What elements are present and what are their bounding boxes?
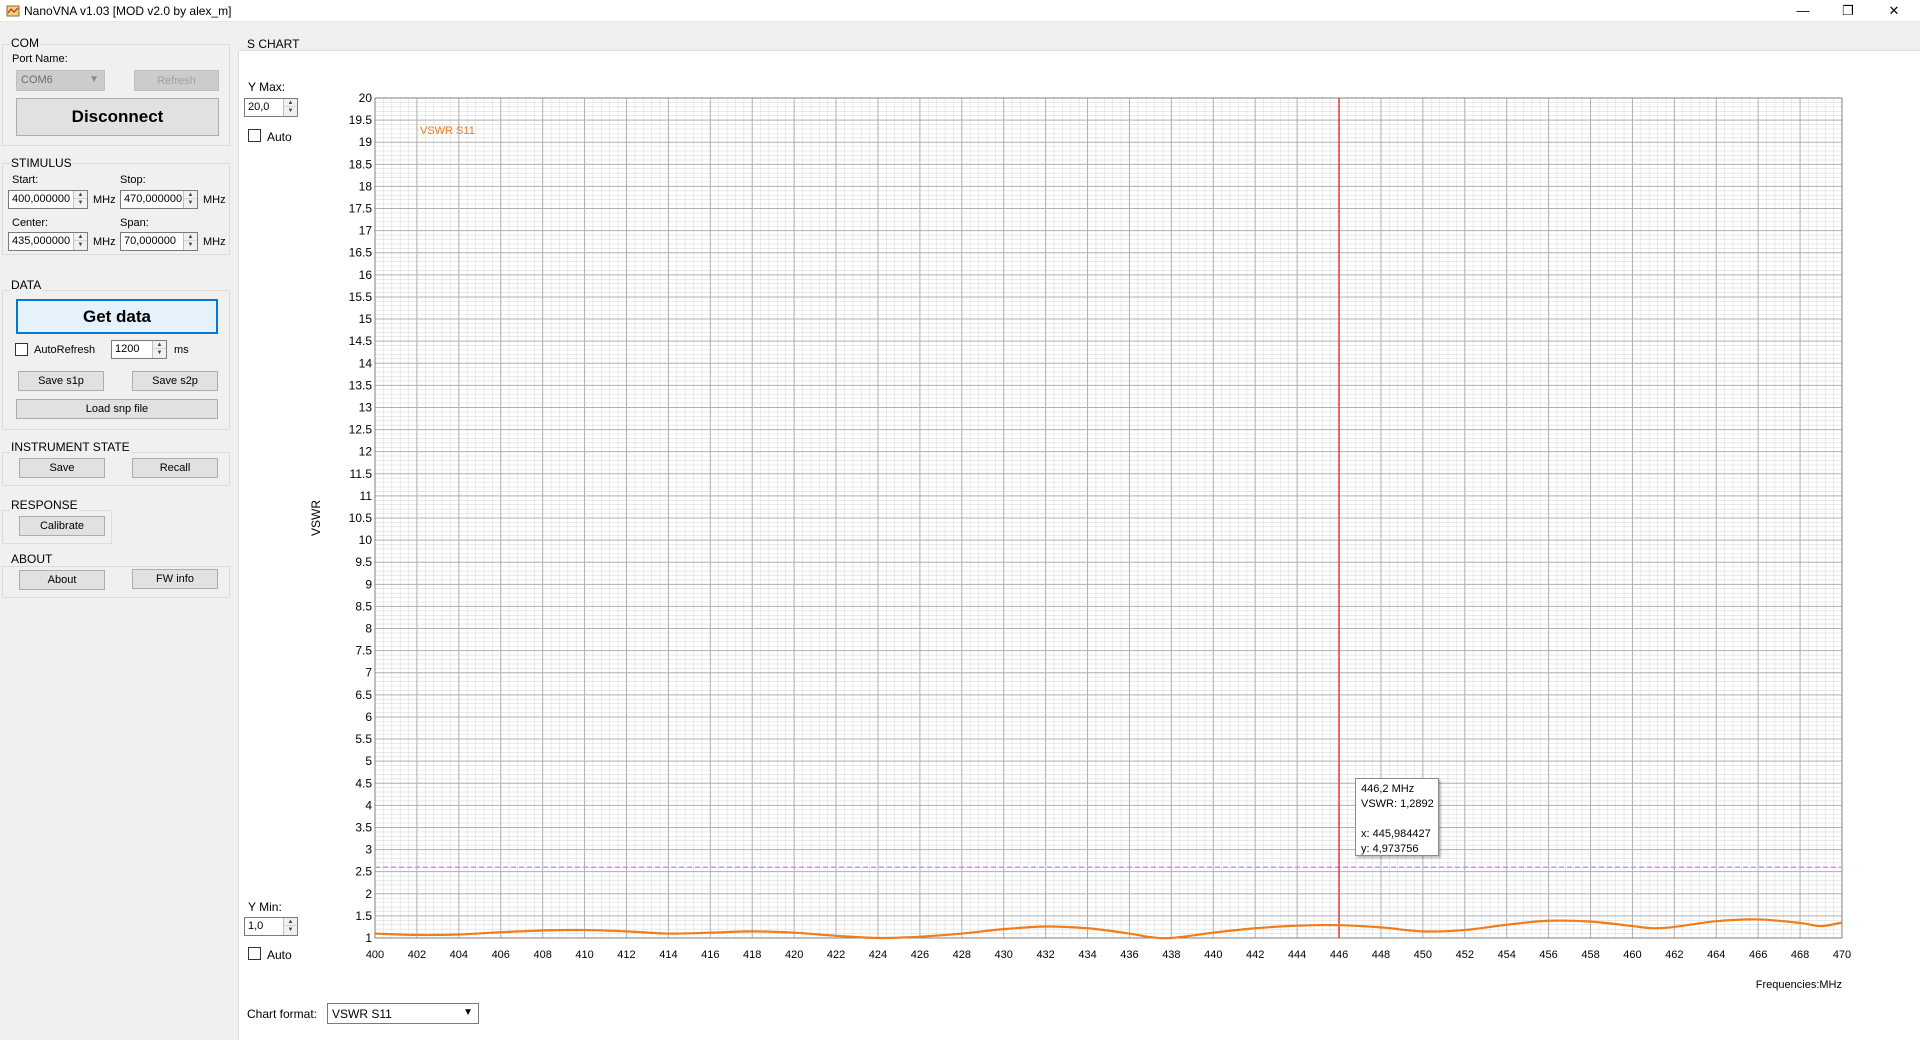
about-button[interactable]: About (19, 570, 105, 590)
port-name-select[interactable]: COM6 ▼ (16, 70, 105, 91)
chart-format-label: Chart format: (247, 1007, 318, 1021)
ymax-value: 20,0 (248, 101, 270, 113)
start-input[interactable]: 400,000000 ▲ ▼ (8, 190, 88, 209)
refresh-button[interactable]: Refresh (134, 70, 219, 91)
stop-value: 470,000000 (124, 193, 183, 205)
center-spinner[interactable]: ▲ ▼ (73, 233, 87, 250)
stimulus-group-label: STIMULUS (10, 156, 73, 170)
center-input[interactable]: 435,000000 ▲ ▼ (8, 232, 88, 251)
chart-format-value: VSWR S11 (332, 1007, 392, 1021)
com-group-label: COM (10, 36, 40, 50)
get-data-button[interactable]: Get data (16, 299, 218, 334)
autorefresh-label: AutoRefresh (34, 344, 96, 356)
window-title: NanoVNA v1.03 [MOD v2.0 by alex_m] (24, 4, 232, 18)
ymax-auto-checkbox[interactable] (248, 129, 261, 142)
s-chart-panel (238, 50, 1920, 1040)
save-s1p-button[interactable]: Save s1p (18, 371, 104, 391)
ymax-input[interactable]: 20,0 ▲ ▼ (244, 98, 298, 117)
ymin-value: 1,0 (248, 920, 264, 932)
span-unit: MHz (203, 236, 226, 248)
span-label: Span: (120, 217, 149, 229)
interval-input[interactable]: 1200 ▲ ▼ (111, 340, 167, 359)
stop-unit: MHz (203, 194, 226, 206)
stop-label: Stop: (120, 174, 146, 186)
ymax-spinner[interactable]: ▲ ▼ (283, 99, 297, 116)
interval-unit: ms (174, 344, 189, 356)
chart-format-select[interactable]: VSWR S11 ▼ (327, 1003, 479, 1024)
response-group-label: RESPONSE (10, 498, 79, 512)
restore-button[interactable]: ❐ (1836, 2, 1860, 20)
save-state-button[interactable]: Save (19, 458, 105, 478)
instrument-state-label: INSTRUMENT STATE (10, 440, 131, 454)
ymin-auto-checkbox[interactable] (248, 947, 261, 960)
ymin-auto-label: Auto (267, 948, 292, 962)
center-label: Center: (12, 217, 49, 229)
about-group-label: ABOUT (10, 552, 54, 566)
tooltip-vswr-label: VSWR: (1361, 798, 1398, 810)
start-value: 400,000000 (12, 193, 71, 205)
chevron-down-icon: ▼ (463, 1007, 473, 1018)
ymin-spinner[interactable]: ▲ ▼ (283, 918, 297, 935)
ymax-label: Y Max: (248, 80, 286, 94)
minimize-button[interactable]: — (1791, 2, 1815, 20)
start-unit: MHz (93, 194, 116, 206)
title-bar: NanoVNA v1.03 [MOD v2.0 by alex_m] — ❐ ✕ (0, 0, 1920, 22)
tooltip-vswr: VSWR: 1,2892 (1361, 797, 1434, 812)
start-label: Start: (12, 174, 39, 186)
tooltip-vswr-value: 1,2892 (1400, 798, 1434, 810)
marker-tooltip: 446,2 MHz VSWR: 1,2892 x: 445,984427 y: … (1355, 778, 1439, 856)
interval-value: 1200 (115, 343, 140, 355)
center-unit: MHz (93, 236, 116, 248)
fw-info-button[interactable]: FW info (132, 569, 218, 589)
ymin-label: Y Min: (248, 900, 282, 914)
ymax-auto-label: Auto (267, 130, 292, 144)
span-input[interactable]: 70,000000 ▲ ▼ (120, 232, 198, 251)
port-name-value: COM6 (21, 74, 53, 86)
stop-input[interactable]: 470,000000 ▲ ▼ (120, 190, 198, 209)
close-button[interactable]: ✕ (1882, 2, 1906, 20)
port-name-label: Port Name: (12, 53, 68, 65)
recall-state-button[interactable]: Recall (132, 458, 218, 478)
interval-spinner[interactable]: ▲ ▼ (152, 341, 166, 358)
chevron-down-icon: ▼ (89, 74, 99, 85)
ymin-input[interactable]: 1,0 ▲ ▼ (244, 917, 298, 936)
app-icon (6, 5, 20, 17)
s-chart-group-label: S CHART (247, 37, 300, 51)
load-snp-button[interactable]: Load snp file (16, 399, 218, 419)
center-value: 435,000000 (12, 235, 71, 247)
tooltip-y: y: 4,973756 (1361, 843, 1419, 855)
span-value: 70,000000 (124, 235, 176, 247)
calibrate-button[interactable]: Calibrate (19, 516, 105, 536)
autorefresh-checkbox[interactable] (15, 343, 28, 356)
save-s2p-button[interactable]: Save s2p (132, 371, 218, 391)
disconnect-button[interactable]: Disconnect (16, 98, 219, 136)
span-spinner[interactable]: ▲ ▼ (183, 233, 197, 250)
tooltip-frequency: 446,2 MHz (1361, 783, 1415, 795)
data-group-label: DATA (10, 278, 43, 292)
tooltip-x: x: 445,984427 (1361, 828, 1431, 840)
stop-spinner[interactable]: ▲ ▼ (183, 191, 197, 208)
start-spinner[interactable]: ▲ ▼ (73, 191, 87, 208)
